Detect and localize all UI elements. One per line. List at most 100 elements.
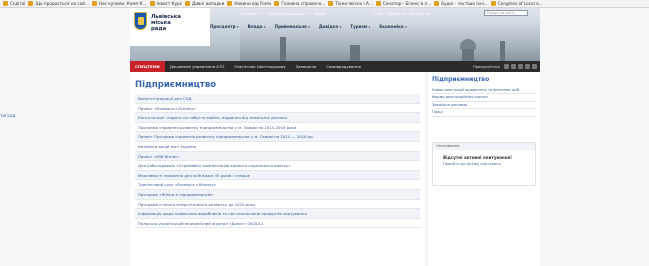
bookmark-favicon-icon xyxy=(185,1,191,6)
chevron-down-icon: ▾ xyxy=(368,24,371,29)
chevron-down-icon: ▾ xyxy=(308,24,310,29)
list-item[interactable]: Польсько-український економічний журнал … xyxy=(135,219,420,229)
chevron-down-icon: ▾ xyxy=(405,24,407,29)
bookmark-favicon-icon xyxy=(28,1,34,6)
bookmark-favicon-icon xyxy=(375,1,381,6)
bookmark-favicon-icon xyxy=(227,1,233,6)
nav-item-reception[interactable]: Прийомальня ▾ xyxy=(275,24,310,29)
bookmark-favicon-icon xyxy=(3,1,8,6)
bookmark-favicon-icon xyxy=(328,1,334,6)
top-links: Головна • Портал мешканця • ЦНАП RSS Під… xyxy=(240,10,430,16)
bookmark-item[interactable]: Тікни якісно і А... xyxy=(328,1,373,6)
menubar-item-ato[interactable]: Дешевене управління АТО xyxy=(165,64,230,69)
vk-icon[interactable] xyxy=(518,64,523,69)
list-item[interactable]: Для роботодавців «Отримайте компенсацію … xyxy=(135,161,420,171)
poll-message: Відсутні активні опитування! xyxy=(443,155,513,160)
youtube-icon[interactable] xyxy=(525,64,530,69)
menubar-item-selfgov[interactable]: Самоврядування xyxy=(321,64,366,69)
site-header: Львівська міська рада Головна • Портал м… xyxy=(130,8,540,67)
sidebar-link[interactable]: Праці xyxy=(432,109,536,117)
top-link-rss[interactable]: RSS xyxy=(375,11,383,16)
chevron-down-icon: ▾ xyxy=(339,24,342,29)
top-link-portal[interactable]: Портал мешканця xyxy=(267,11,304,16)
bookmark-item[interactable]: Нас купили. Комп К... xyxy=(91,1,147,6)
sidebar-link[interactable]: Зовнішня реклама xyxy=(432,102,536,110)
search-input[interactable]: Пошук на сайті... xyxy=(484,10,528,16)
logo[interactable]: Львівська міська рада xyxy=(130,8,210,46)
bookmark-item[interactable]: Сенатор - Бізнес в п... xyxy=(375,1,432,6)
bookmark-item[interactable]: Congress of Local a... xyxy=(490,1,543,6)
page: Львівська міська рада Головна • Портал м… xyxy=(0,8,649,266)
twitter-icon[interactable] xyxy=(511,64,516,69)
poll-archive-link[interactable]: Перейти до Архіву опитувань xyxy=(433,162,535,166)
sidebar-links: Умови реєстрації юридичних та фізичних о… xyxy=(432,87,536,117)
bookmark-label: Головна справочн... xyxy=(281,1,326,6)
bookmark-label: Нас купили. Комп К... xyxy=(98,1,147,6)
bookmarks-bar: Сєдітої Що продається на сай... Нас купили… xyxy=(0,0,649,8)
bookmark-label: Дивні випадки xyxy=(192,1,225,6)
right-sidebar: Підприємництво Умови реєстрації юридични… xyxy=(428,72,540,266)
social-links: Приєднуйтесь xyxy=(473,64,540,69)
bookmark-item[interactable]: Головна справочн... xyxy=(274,1,325,6)
list-item[interactable]: Програма сприяння розвитку підприємництв… xyxy=(135,123,420,133)
bookmark-label: Сєдітої xyxy=(10,1,26,6)
list-item[interactable]: Інформація щодо львівських виробників та… xyxy=(135,209,420,219)
bookmark-favicon-icon xyxy=(434,1,440,6)
list-item[interactable]: Тренінговий курс «Вчимося з бізнесу» xyxy=(135,180,420,190)
bookmark-label: Сенатор - Бізнес в п... xyxy=(382,1,432,6)
nav-item-press[interactable]: Пресцентр ▾ xyxy=(210,24,239,29)
bookmark-item[interactable]: Інвест Курс xyxy=(149,1,183,6)
logo-text: Львівська міська рада xyxy=(151,14,181,32)
rss-icon[interactable] xyxy=(532,64,537,69)
sidebar-link[interactable]: Форми реєстраційних картки xyxy=(432,94,536,102)
facebook-icon[interactable] xyxy=(504,64,509,69)
bookmark-item[interactable]: Що продається на сай... xyxy=(28,1,89,6)
sidebar-title: Підприємництво xyxy=(432,76,490,83)
list-item[interactable]: Проект «Вчимося з Бізнесу» xyxy=(135,104,420,114)
left-sliver-link[interactable]: тиград xyxy=(0,113,15,118)
coat-of-arms-icon xyxy=(134,12,147,30)
top-link-contacts[interactable]: Контакти xyxy=(410,11,429,16)
nav-item-power[interactable]: Влада ▾ xyxy=(248,24,266,29)
top-link-subscribe[interactable]: Підписка xyxy=(387,11,406,16)
article-list: Валютні операції для СПД Проект «Вчимося … xyxy=(135,94,420,229)
bookmark-label: Що продається на сай... xyxy=(35,1,89,6)
menubar-item-sick[interactable]: Захворіли xyxy=(291,64,321,69)
page-title: Підприємництво xyxy=(135,80,217,90)
top-link-cnap[interactable]: ЦНАП xyxy=(315,11,327,16)
bookmark-favicon-icon xyxy=(490,1,496,6)
list-item[interactable]: Валютні операції для СПД xyxy=(135,94,420,104)
nav-item-economy[interactable]: Економіка ▾ xyxy=(379,24,406,29)
bookmark-favicon-icon xyxy=(274,1,280,6)
tab-poll[interactable]: Опитування xyxy=(433,143,535,150)
bookmark-item[interactable]: Сєдітої xyxy=(3,1,25,6)
menubar-item-special[interactable]: СПЕЦТЕМИ xyxy=(130,61,165,72)
list-item[interactable]: Каталоги акцій міст України xyxy=(135,142,420,152)
bookmark-label: Congress of Local a... xyxy=(497,1,543,6)
chevron-down-icon: ▾ xyxy=(236,24,239,29)
main-content: Підприємництво Валютні операції для СПД П… xyxy=(130,72,425,266)
nav-item-tourism[interactable]: Туризм ▾ xyxy=(350,24,370,29)
list-item[interactable]: Програма сталого енергетичного розвитку … xyxy=(135,200,420,210)
nav-item-reference[interactable]: Довідка ▾ xyxy=(319,24,341,29)
menubar-item-monument[interactable]: Пам'ятник Шептицькому xyxy=(229,64,290,69)
list-item[interactable]: Програма «Жінки в підприємництві» xyxy=(135,189,420,200)
sidebar-link[interactable]: Умови реєстрації юридичних та фізичних о… xyxy=(432,87,536,95)
special-topics-bar: СПЕЦТЕМИ Дешевене управління АТО Пам'ятн… xyxy=(130,61,540,72)
join-label: Приєднуйтесь xyxy=(473,64,500,69)
poll-widget: Опитування Відсутні активні опитування! … xyxy=(432,142,536,186)
bookmark-item[interactable]: Новини від Forex xyxy=(227,1,271,6)
bookmark-favicon-icon xyxy=(149,1,155,6)
bookmark-item[interactable]: Будні - частіше їхні... xyxy=(434,1,488,6)
bookmark-label: Новини від Forex xyxy=(234,1,272,6)
list-item[interactable]: Консультації: подати на набуття майна, в… xyxy=(135,113,420,123)
top-link-home[interactable]: Головна xyxy=(240,11,257,16)
list-item[interactable]: Можливості навчання для осіб віком 45 ро… xyxy=(135,170,420,181)
list-item[interactable]: Проект «Мій бізнес» xyxy=(135,151,420,162)
bookmark-label: Тікни якісно і А... xyxy=(335,1,373,6)
bookmark-label: Будні - частіше їхні... xyxy=(441,1,488,6)
chevron-down-icon: ▾ xyxy=(264,24,266,29)
bookmark-item[interactable]: Дивні випадки xyxy=(185,1,224,6)
bookmark-label: Інвест Курс xyxy=(156,1,183,6)
list-item[interactable]: Проект Програми сприяння розвитку підпри… xyxy=(135,132,420,142)
